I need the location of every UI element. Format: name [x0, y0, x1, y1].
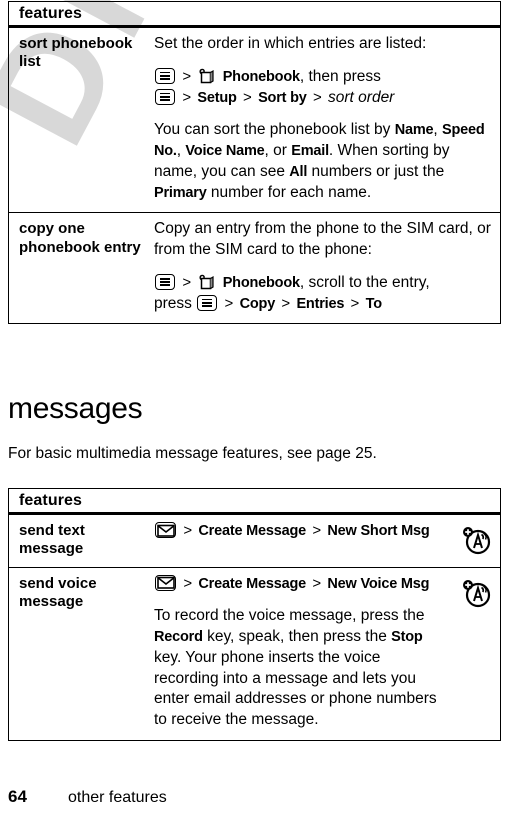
- menu-path-line: > Create Message > New Short Msg: [154, 521, 446, 542]
- option-primary: Primary: [154, 184, 207, 201]
- menu-item-label: Phonebook: [222, 68, 300, 85]
- menu-path-line: > Phonebook, scroll to the entry,: [154, 273, 492, 294]
- table-row: copy one phonebook entry Copy an entry f…: [9, 213, 500, 323]
- sort-option-email: Email: [291, 143, 329, 160]
- envelope-icon: [155, 522, 176, 538]
- menu-item-label: Entries: [296, 295, 345, 312]
- text-run: To record the voice message, press the: [154, 607, 425, 625]
- menu-path-block: > Create Message > New Voice Msg: [154, 574, 446, 595]
- table-row: send text message > Create Message > New…: [9, 515, 500, 568]
- key-stop: Stop: [391, 629, 423, 646]
- phonebook-icon-svg: [199, 274, 214, 290]
- page-number: 64: [8, 787, 27, 806]
- text-run: , or: [264, 142, 292, 160]
- features-table-messages: features send text message > Create Mess…: [8, 488, 501, 741]
- option-all: All: [289, 163, 308, 180]
- phonebook-icon: [198, 68, 216, 85]
- feature-icon-cell: [454, 515, 500, 567]
- network-feature-icon: [462, 578, 492, 608]
- menu-path-line: press > Copy > Entries > To: [154, 294, 492, 315]
- menu-item-label: Copy: [239, 295, 276, 312]
- text-run: key, speak, then press the: [202, 628, 392, 646]
- menu-item-label: To: [365, 295, 382, 312]
- menu-item-label: Phonebook: [222, 274, 300, 291]
- table-header-label: features: [19, 491, 83, 509]
- path-separator: >: [183, 522, 193, 539]
- menu-icon: [155, 67, 175, 84]
- feature-name-cell: copy one phonebook entry: [19, 220, 141, 256]
- description-paragraph: To record the voice message, press the R…: [154, 606, 446, 731]
- sort-option-voice-name: Voice Name: [185, 143, 265, 160]
- table-header-row: features: [9, 2, 500, 28]
- path-separator: >: [312, 88, 322, 106]
- menu-icon: [155, 88, 175, 105]
- phonebook-icon: [198, 274, 216, 291]
- table-row: sort phonebook list Set the order in whi…: [9, 28, 500, 214]
- table-header-label: features: [19, 4, 83, 22]
- path-separator: >: [183, 574, 193, 592]
- menu-item-label: Sort by: [258, 89, 307, 106]
- path-separator: >: [182, 67, 192, 85]
- description-paragraph: Set the order in which entries are liste…: [154, 35, 427, 52]
- feature-name-cell: send text message: [19, 522, 85, 558]
- network-feature-icon-svg: [463, 527, 491, 555]
- menu-value-placeholder: sort order: [328, 88, 395, 106]
- path-separator: >: [350, 294, 360, 312]
- menu-item-label: Setup: [197, 89, 237, 106]
- path-separator: >: [312, 574, 322, 592]
- feature-icon-cell: [454, 568, 500, 740]
- path-separator: >: [281, 294, 291, 312]
- menu-path-block: > Phonebook, then press > Setup > Sort b…: [154, 67, 492, 109]
- menu-icon: [155, 273, 175, 290]
- feature-name-cell: send voice message: [19, 574, 97, 610]
- section-heading-messages: messages: [8, 392, 143, 425]
- menu-item-label: New Voice Msg: [327, 575, 430, 592]
- sort-option-name: Name: [394, 122, 434, 139]
- description-paragraph: Copy an entry from the phone to the SIM …: [154, 220, 491, 259]
- path-separator: >: [224, 294, 234, 312]
- text-run: number for each name.: [206, 183, 372, 201]
- manual-page: features sort phonebook list Set the ord…: [0, 0, 508, 815]
- section-intro-text: For basic multimedia message features, s…: [8, 445, 377, 462]
- feature-name-cell: sort phonebook list: [19, 35, 133, 71]
- menu-path-block: > Phonebook, scroll to the entry, press: [154, 273, 492, 315]
- text-run: press: [154, 294, 197, 312]
- table-row: send voice message > Create Message > Ne…: [9, 568, 500, 740]
- path-separator: >: [182, 273, 192, 291]
- envelope-icon: [155, 574, 176, 591]
- feature-description-cell: Copy an entry from the phone to the SIM …: [154, 213, 500, 323]
- description-paragraph: You can sort the phonebook list by Name,…: [154, 120, 492, 203]
- network-feature-icon: [462, 525, 492, 555]
- footer-section-title: other features: [68, 789, 167, 806]
- page-footer: 64 other features: [8, 787, 167, 807]
- text-run: You can sort the phonebook list by: [154, 121, 395, 139]
- menu-path-tail: , scroll to the entry,: [299, 273, 430, 291]
- table-header-row: features: [9, 489, 500, 515]
- menu-path-block: > Create Message > New Short Msg: [154, 521, 446, 542]
- menu-item-label: Create Message: [198, 523, 307, 539]
- key-record: Record: [154, 629, 203, 646]
- path-separator: >: [312, 522, 322, 539]
- path-separator: >: [182, 88, 192, 106]
- menu-icon: [197, 294, 218, 311]
- feature-description-cell: > Create Message > New Short Msg: [154, 515, 454, 567]
- menu-path-line: > Setup > Sort by > sort order: [154, 88, 492, 109]
- envelope-icon-svg: [156, 524, 175, 537]
- text-run: key. Your phone inserts the voice record…: [154, 648, 437, 729]
- menu-path-line: > Create Message > New Voice Msg: [154, 574, 446, 595]
- menu-item-label: Create Message: [198, 575, 307, 592]
- menu-item-label: New Short Msg: [327, 523, 430, 539]
- envelope-icon-svg: [156, 576, 175, 589]
- menu-path-tail: , then press: [299, 67, 381, 85]
- feature-description-cell: > Create Message > New Voice Msg To reco…: [154, 568, 454, 740]
- feature-description-cell: Set the order in which entries are liste…: [154, 28, 500, 212]
- menu-path-line: > Phonebook, then press: [154, 67, 492, 88]
- text-run: numbers or just the: [307, 162, 445, 180]
- text-run: ,: [433, 121, 443, 139]
- path-separator: >: [242, 88, 252, 106]
- network-feature-icon-svg: [463, 579, 491, 607]
- phonebook-icon-svg: [199, 68, 214, 84]
- features-table-phonebook: features sort phonebook list Set the ord…: [8, 1, 501, 325]
